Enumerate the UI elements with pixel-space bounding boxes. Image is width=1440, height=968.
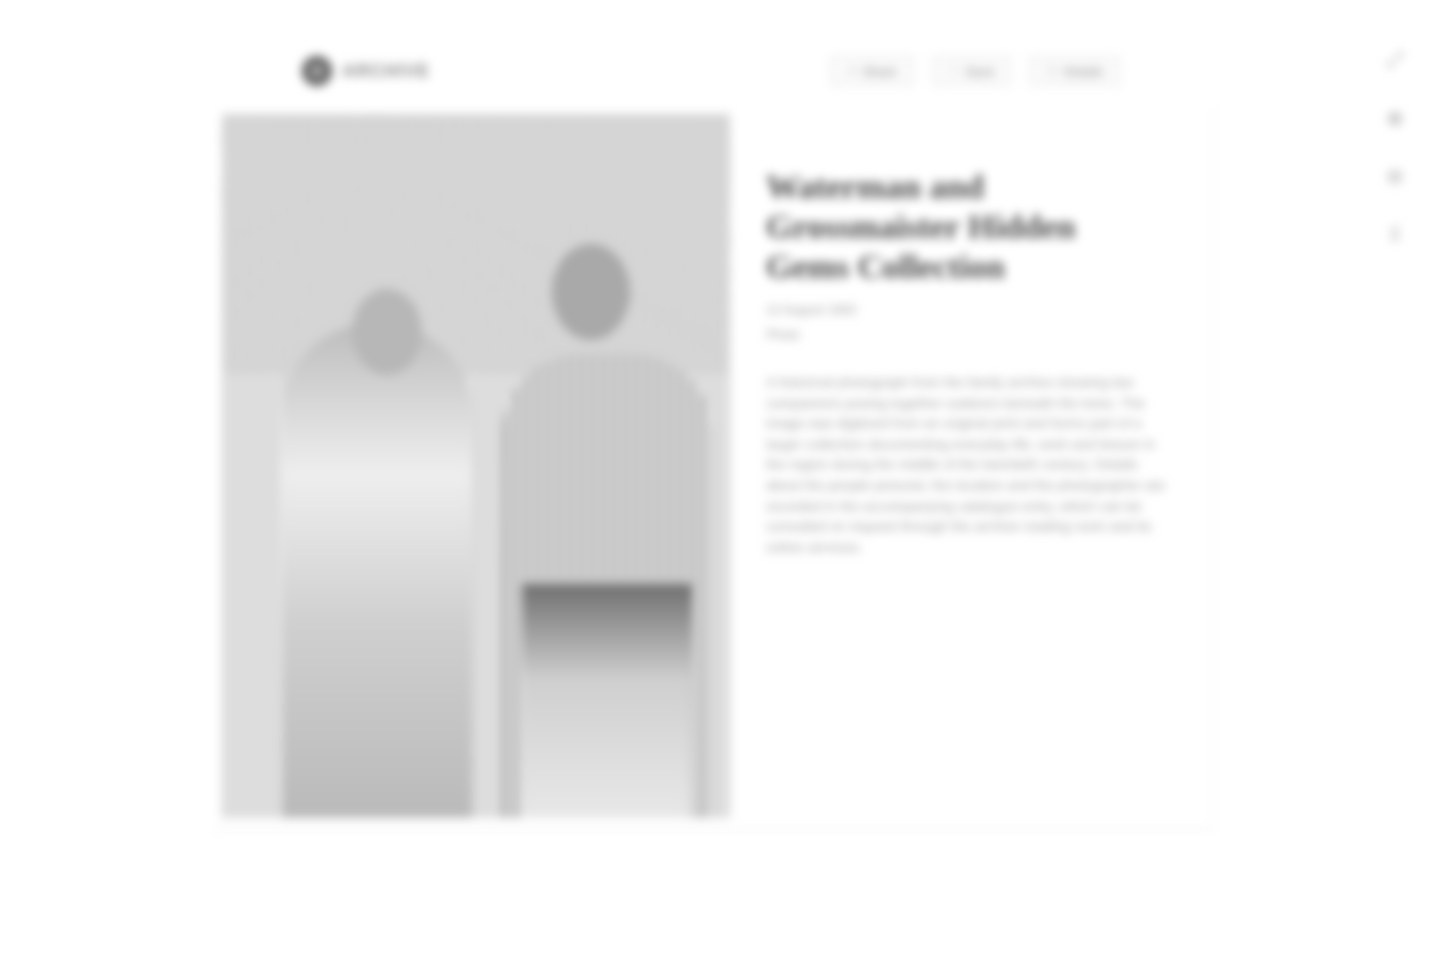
save-button[interactable]: ♡ Save bbox=[931, 56, 1012, 86]
download-icon[interactable]: ⇩ bbox=[1378, 218, 1412, 250]
logo-icon bbox=[302, 56, 332, 86]
site-logo[interactable]: ARCHIVE bbox=[302, 54, 430, 88]
photo-person-left bbox=[282, 324, 472, 818]
details-label: Details bbox=[1063, 63, 1104, 79]
photo-head-right bbox=[552, 244, 630, 340]
save-label: Save bbox=[964, 63, 995, 79]
record-info: Waterman and Grossmaister Hidden Gems Co… bbox=[766, 168, 1166, 557]
photo-foliage bbox=[222, 114, 730, 374]
record-title: Waterman and Grossmaister Hidden Gems Co… bbox=[766, 169, 1076, 286]
details-button[interactable]: ⓘ Details bbox=[1029, 56, 1121, 86]
viewer-toolbar: ⤢ ⊕ ⊖ ⇩ bbox=[1378, 44, 1412, 250]
info-icon: ⓘ bbox=[1046, 66, 1058, 78]
logo-text: ARCHIVE bbox=[342, 60, 431, 81]
zoom-out-icon[interactable]: ⊖ bbox=[1378, 160, 1412, 192]
share-icon: ↗ bbox=[847, 65, 857, 78]
page: ARCHIVE ↗ Share ♡ Save ⓘ Details ⤢ ⊕ ⊖ ⇩ bbox=[0, 0, 1440, 968]
share-label: Share bbox=[862, 63, 897, 79]
top-actions: ↗ Share ♡ Save ⓘ Details bbox=[830, 56, 1121, 86]
zoom-in-icon[interactable]: ⊕ bbox=[1378, 102, 1412, 134]
record-type: Photo bbox=[766, 327, 800, 342]
photo-head-left bbox=[352, 289, 422, 375]
photo-pants-right bbox=[522, 584, 692, 818]
bookmark-icon: ♡ bbox=[948, 65, 959, 78]
record-date: 12 August 1963 bbox=[766, 302, 857, 317]
share-button[interactable]: ↗ Share bbox=[830, 56, 914, 86]
record-description: A historical photograph from the family … bbox=[766, 374, 1166, 555]
expand-icon[interactable]: ⤢ bbox=[1378, 44, 1412, 76]
record-card: Waterman and Grossmaister Hidden Gems Co… bbox=[214, 108, 1214, 830]
record-photo[interactable] bbox=[222, 114, 730, 818]
